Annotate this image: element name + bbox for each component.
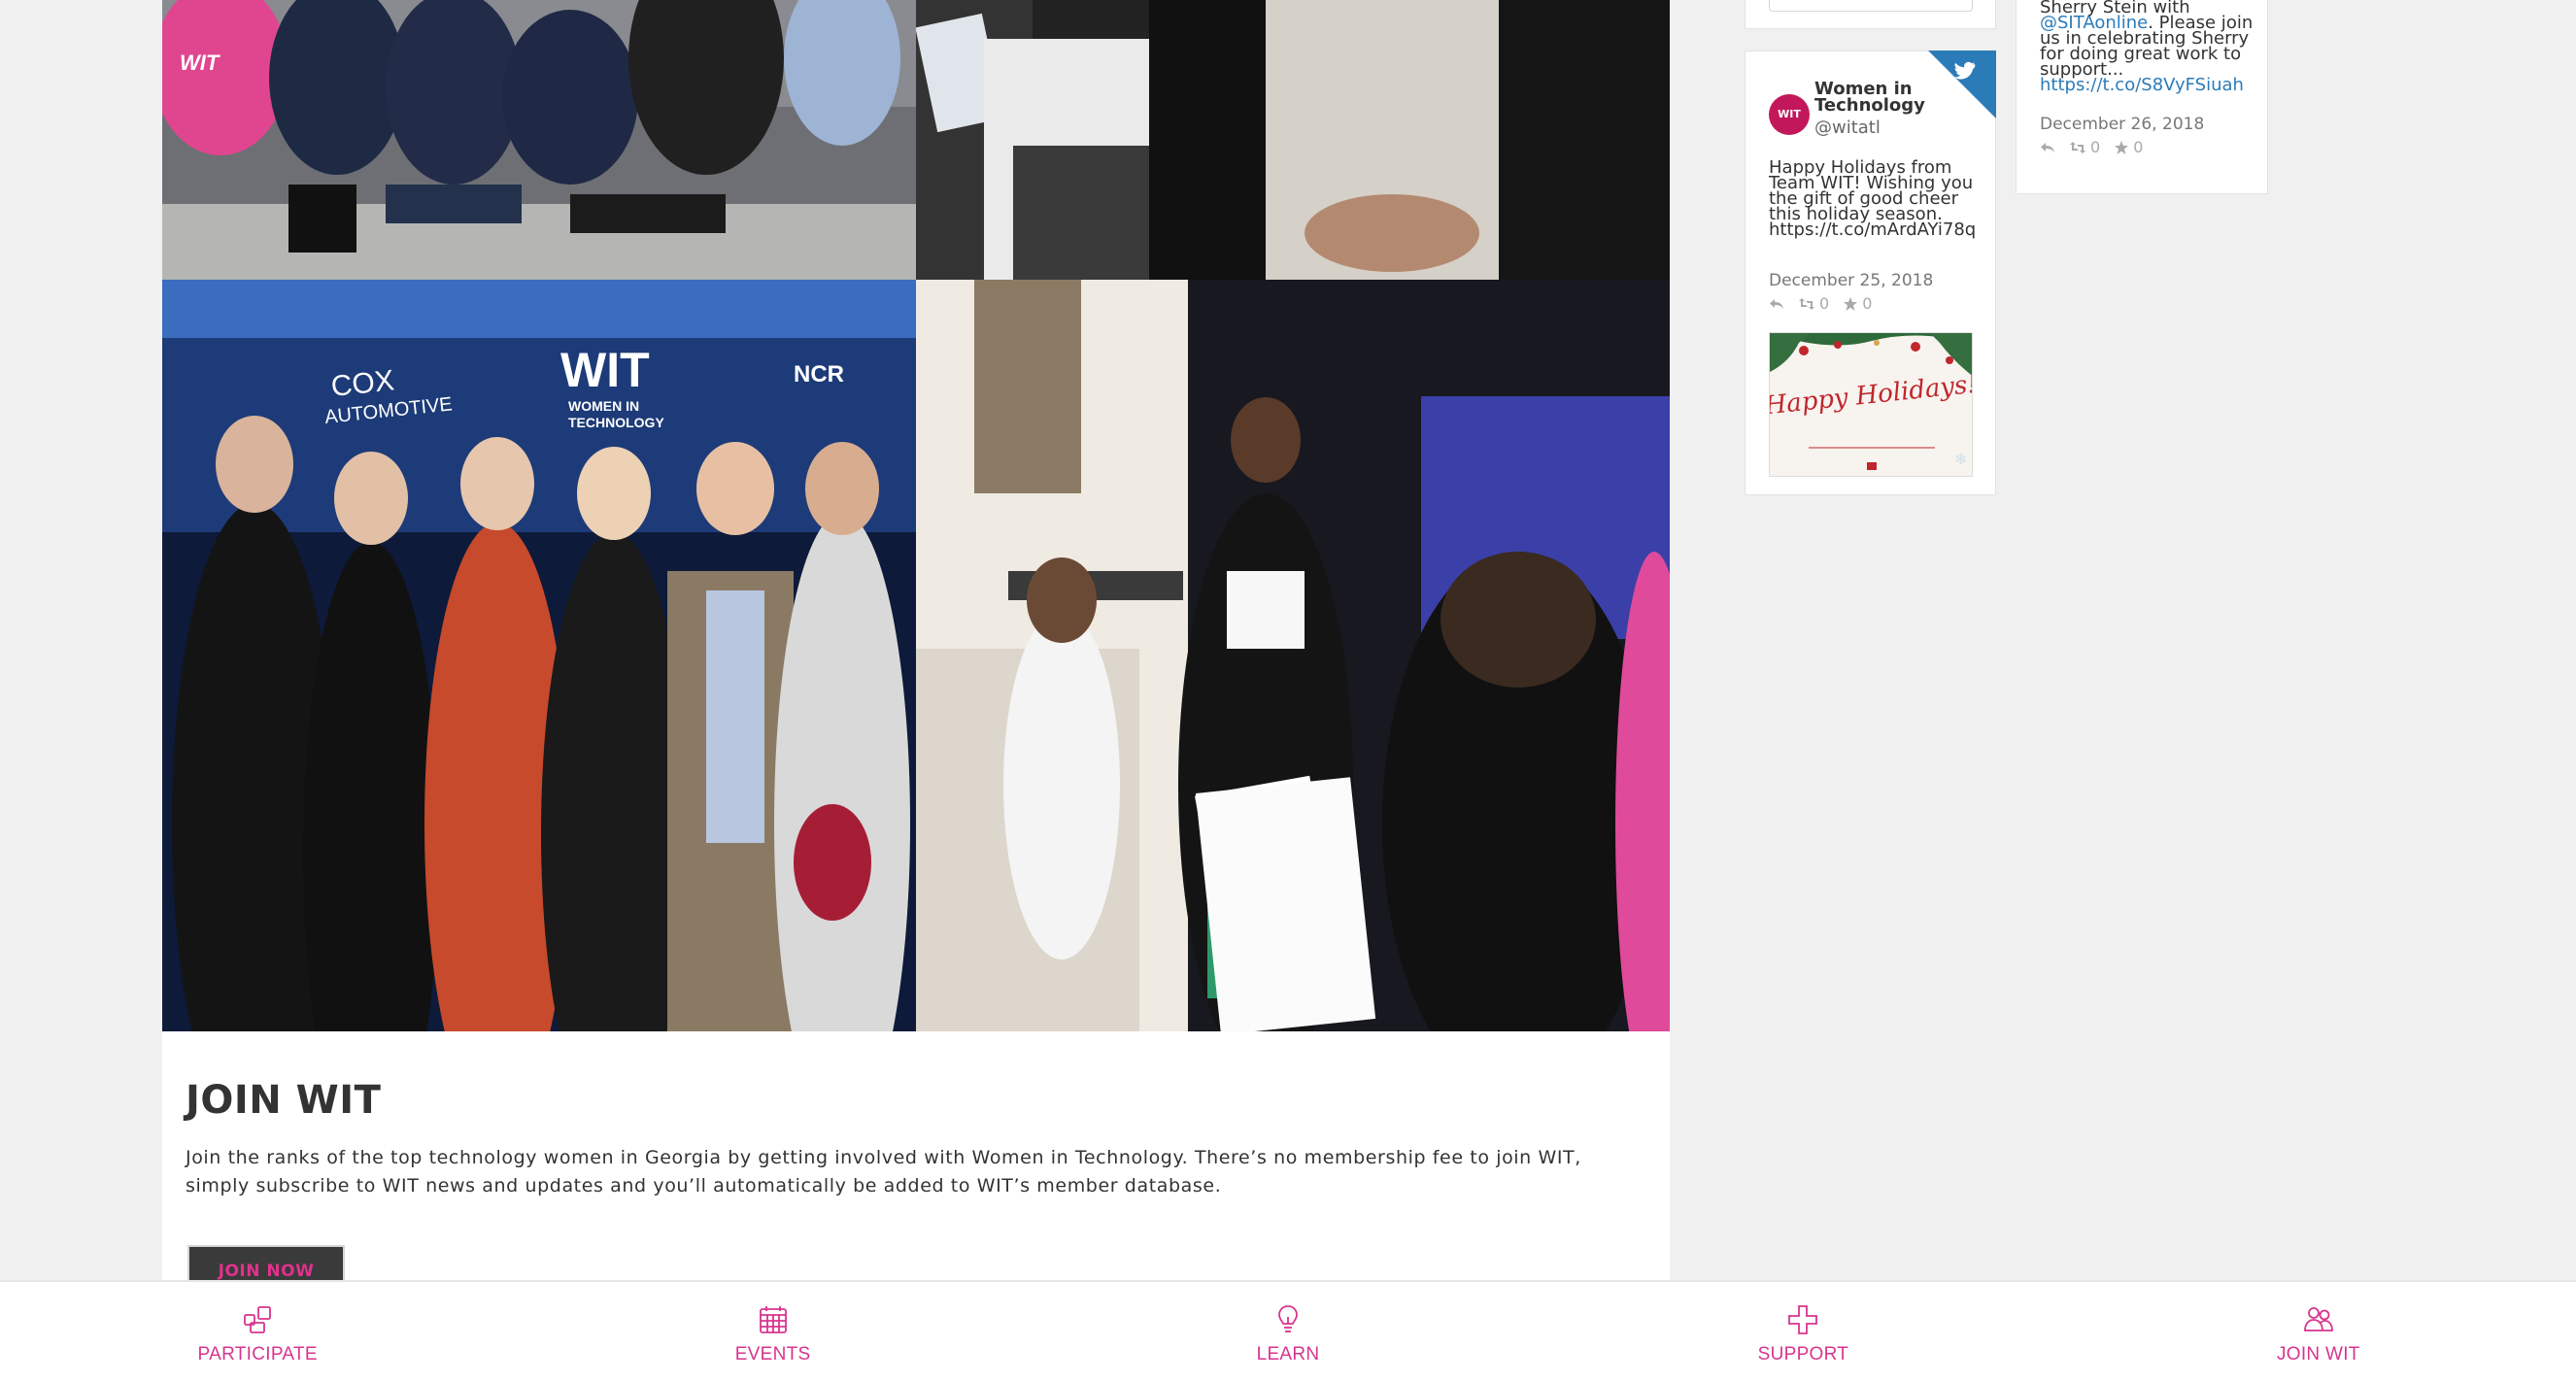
bottom-navigation: PARTICIPATE EVENTS LEARN SUPPORT JOIN WI… [0, 1280, 2576, 1381]
tweet-actions: 0 0 [1769, 294, 1872, 313]
join-wit-heading: JOIN WIT [186, 1078, 382, 1123]
retweet-icon [1799, 297, 1814, 310]
participate-icon [244, 1306, 272, 1333]
nav-label-learn: LEARN [1256, 1344, 1320, 1364]
tweet-avatar[interactable]: WIT [1769, 94, 1810, 135]
svg-text:WOMEN IN: WOMEN IN [568, 398, 639, 414]
like-count: 0 [1862, 294, 1873, 313]
gallery-photo-2[interactable] [916, 0, 1670, 280]
tweet-card-previous [1745, 0, 1996, 29]
tweet-author-name[interactable]: Women in Technology [1814, 81, 1941, 115]
nav-item-support[interactable]: SUPPORT [1545, 1282, 2060, 1381]
svg-text:❄: ❄ [1954, 450, 1967, 468]
svg-text:WIT: WIT [560, 343, 650, 397]
lightbulb-icon [1278, 1305, 1298, 1332]
nav-item-participate[interactable]: PARTICIPATE [0, 1282, 515, 1381]
tweet-date[interactable]: December 26, 2018 [2040, 115, 2204, 134]
nav-label-support: SUPPORT [1757, 1344, 1849, 1364]
people-icon [2303, 1307, 2333, 1331]
photo-gallery: WIT COX AUTOMOTIVE WIT WOMEN IN TECHNOLO… [162, 0, 1670, 1031]
tweet-text-2: Sherry Stein with @SITAonline. Please jo… [2040, 0, 2265, 94]
svg-text:TECHNOLOGY: TECHNOLOGY [568, 415, 664, 430]
like-count: 0 [2133, 138, 2144, 156]
plus-icon [1788, 1305, 1818, 1334]
nav-label-participate: PARTICIPATE [197, 1344, 318, 1364]
gallery-photo-4[interactable] [916, 280, 1670, 1031]
like-button[interactable]: 0 [2114, 138, 2143, 156]
retweet-icon [2070, 141, 2085, 153]
svg-text:WIT: WIT [180, 51, 220, 75]
nav-item-join-wit[interactable]: JOIN WIT [2061, 1282, 2576, 1381]
tweet-card[interactable]: Sherry Stein with @SITAonline. Please jo… [2016, 0, 2268, 194]
tweet-media-remnant [1769, 0, 1973, 12]
retweet-count: 0 [1819, 294, 1830, 313]
tweet-card[interactable]: WIT Women in Technology @witatl Happy Ho… [1745, 51, 1996, 495]
tweet-url-link[interactable]: https://t.co/S8VyFSiuah [2040, 77, 2265, 94]
tweet-actions: 0 0 [2040, 138, 2143, 156]
star-icon [2115, 140, 2129, 154]
nav-label-join-wit: JOIN WIT [2276, 1344, 2360, 1364]
nav-item-learn[interactable]: LEARN [1031, 1282, 1545, 1381]
join-wit-section: JOIN WIT Join the ranks of the top techn… [162, 1031, 1670, 1294]
nav-item-events[interactable]: EVENTS [515, 1282, 1030, 1381]
gallery-photo-3[interactable]: COX AUTOMOTIVE WIT WOMEN IN TECHNOLOGY N… [162, 280, 916, 1031]
page: WIT COX AUTOMOTIVE WIT WOMEN IN TECHNOLO… [0, 0, 2576, 1381]
tweet-text: Happy Holidays from Team WIT! Wishing yo… [1769, 157, 1977, 240]
tweet-author-handle[interactable]: @witatl [1814, 118, 1881, 138]
calendar-icon [759, 1306, 787, 1333]
retweet-count: 0 [2090, 138, 2101, 156]
svg-text:COX: COX [329, 364, 395, 403]
star-icon [1844, 296, 1858, 311]
tweet-date[interactable]: December 25, 2018 [1769, 271, 1933, 290]
retweet-button[interactable]: 0 [2069, 138, 2100, 156]
tweet-image[interactable]: Happy Holidays! ❄ [1769, 332, 1973, 477]
join-wit-description: Join the ranks of the top technology wom… [186, 1147, 1581, 1196]
svg-text:NCR: NCR [794, 361, 844, 387]
reply-icon[interactable] [2040, 141, 2055, 154]
gallery-photo-1[interactable]: WIT [162, 0, 916, 280]
reply-icon[interactable] [1769, 297, 1784, 311]
nav-label-events: EVENTS [734, 1344, 811, 1364]
like-button[interactable]: 0 [1843, 294, 1872, 313]
retweet-button[interactable]: 0 [1798, 294, 1829, 313]
